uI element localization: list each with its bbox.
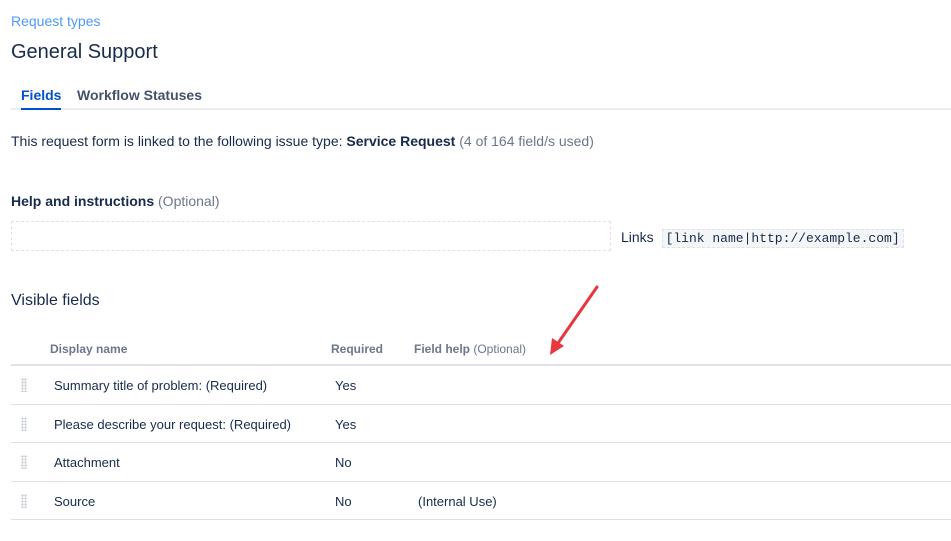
drag-handle-icon[interactable] — [21, 455, 27, 469]
tab-fields[interactable]: Fields — [21, 87, 62, 110]
col-field-help: Field help (Optional) — [414, 342, 526, 356]
links-hint: Links [link name|http://example.com] — [621, 229, 904, 248]
issue-type-info: This request form is linked to the follo… — [11, 133, 594, 149]
col-required: Required — [331, 342, 384, 356]
drag-handle-icon[interactable] — [21, 493, 27, 508]
help-instructions-input[interactable] — [11, 221, 611, 251]
drag-handle-icon[interactable] — [21, 378, 27, 392]
table-row[interactable]: Source No (Internal Use) — [11, 482, 951, 520]
field-usage: (4 of 164 field/s used) — [455, 133, 594, 149]
table-row[interactable]: Summary title of problem: (Required) Yes — [11, 366, 951, 405]
annotation-arrow-icon — [550, 285, 599, 355]
breadcrumb-request-types[interactable]: Request types — [11, 13, 101, 29]
field-required: No — [335, 493, 352, 509]
tab-workflow-statuses[interactable]: Workflow Statuses — [77, 87, 202, 108]
col-display-name: Display name — [50, 342, 128, 356]
table-header: Display name Required Field help (Option… — [11, 333, 951, 366]
tab-bar: Fields Workflow Statuses — [11, 87, 951, 110]
visible-fields-table: Display name Required Field help (Option… — [11, 333, 951, 520]
field-required: Yes — [335, 416, 357, 432]
field-help-label: Field help — [414, 342, 471, 356]
help-label: Help and instructions — [11, 193, 155, 209]
field-required: Yes — [335, 378, 357, 393]
field-help[interactable]: (Internal Use) — [418, 494, 497, 509]
field-display-name: Source — [54, 493, 96, 509]
table-row[interactable]: Attachment No — [11, 443, 951, 482]
help-heading: Help and instructions (Optional) — [11, 193, 219, 209]
linked-prefix: This request form is linked to the follo… — [11, 133, 347, 149]
help-optional: (Optional) — [154, 193, 220, 209]
field-display-name: Attachment — [54, 455, 120, 470]
issue-type-name: Service Request — [346, 133, 456, 149]
field-required: No — [335, 455, 352, 470]
links-example: [link name|http://example.com] — [661, 229, 904, 248]
page-title: General Support — [11, 41, 158, 63]
field-help-optional: (Optional) — [470, 342, 527, 356]
visible-fields-heading: Visible fields — [11, 292, 100, 309]
links-label: Links — [621, 229, 654, 245]
table-row[interactable]: Please describe your request: (Required)… — [11, 405, 951, 443]
drag-handle-icon[interactable] — [21, 416, 27, 431]
field-display-name: Summary title of problem: (Required) — [54, 378, 268, 393]
field-display-name: Please describe your request: (Required) — [54, 416, 292, 432]
